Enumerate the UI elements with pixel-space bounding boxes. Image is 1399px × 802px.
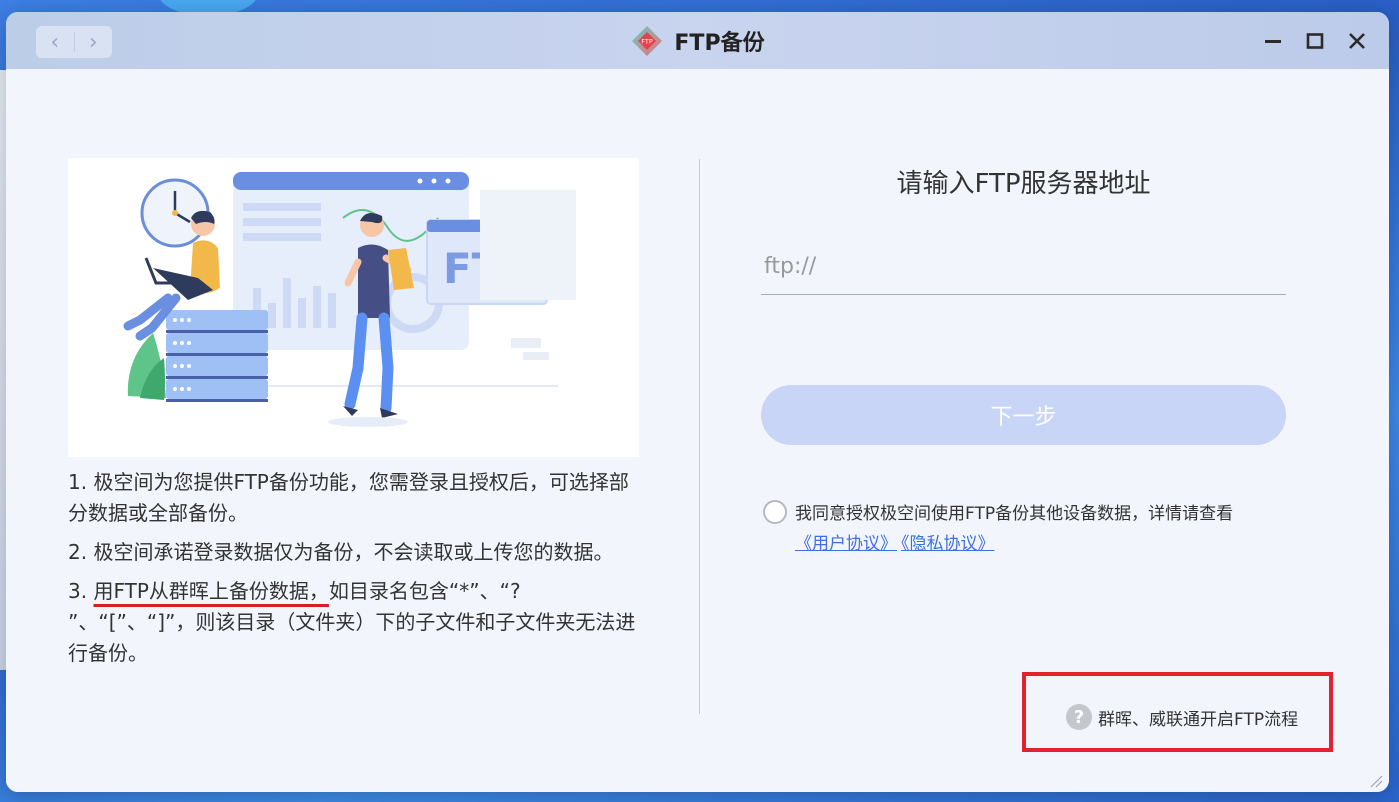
minimize-button[interactable]	[1261, 26, 1285, 56]
description-item-3-highlight: 用FTP从群晖上备份数据，	[93, 579, 329, 603]
description-item-1: 1. 极空间为您提供FTP备份功能，您需登录且授权后，可选择部分数据或全部备份。	[68, 470, 629, 525]
privacy-policy-link[interactable]: 《隐私协议》	[901, 534, 995, 554]
feature-description: 1. 极空间为您提供FTP备份功能，您需登录且授权后，可选择部分数据或全部备份。…	[68, 467, 644, 677]
agreement-text-block: 我同意授权极空间使用FTP备份其他设备数据，详情请查看 《用户协议》 《隐私协议》	[795, 499, 1295, 559]
ftp-app-logo-icon: FTP	[632, 25, 663, 56]
question-icon: ?	[1066, 704, 1092, 730]
ftp-backup-window: ‹ › FTP FTP备份 1. 极空间为您提供FTP备份功能，您需登录且授权后…	[6, 12, 1389, 792]
help-link-label: 群晖、威联通开启FTP流程	[1098, 709, 1299, 730]
ftp-backup-illustration: FTP	[123, 172, 576, 427]
title-area: FTP FTP备份	[6, 12, 1389, 69]
description-item-2: 2. 极空间承诺登录数据仅为备份，不会读取或上传您的数据。	[68, 540, 614, 564]
maximize-icon	[1306, 33, 1324, 49]
ftp-illustration: FTP	[68, 158, 639, 457]
help-link[interactable]: ? 群晖、威联通开启FTP流程	[1066, 703, 1298, 731]
description-item-3: 3. 用FTP从群晖上备份数据，如目录名包含“*”、“? ”、“[”、“]”，则…	[68, 576, 644, 669]
window-title: FTP备份	[674, 30, 765, 56]
next-step-button[interactable]: 下一步	[761, 385, 1286, 445]
ftp-address-input[interactable]	[761, 239, 1286, 295]
vertical-divider	[699, 159, 700, 714]
close-icon	[1349, 33, 1365, 49]
agreement-text: 我同意授权极空间使用FTP备份其他设备数据，详情请查看	[795, 504, 1234, 524]
agree-radio[interactable]	[763, 500, 787, 524]
resize-grip-icon[interactable]	[1367, 772, 1383, 788]
form-title: 请输入FTP服务器地址	[896, 169, 1151, 199]
user-agreement-link[interactable]: 《用户协议》	[795, 534, 897, 554]
title-bar: ‹ › FTP FTP备份	[6, 12, 1389, 69]
logo-text: FTP	[642, 37, 654, 45]
main-content: FTP	[6, 69, 1389, 792]
close-button[interactable]	[1345, 26, 1369, 56]
agreement-links: 《用户协议》 《隐私协议》	[795, 529, 1295, 559]
maximize-button[interactable]	[1303, 26, 1327, 56]
minimize-icon	[1265, 40, 1281, 43]
description-item-3-prefix: 3.	[68, 579, 94, 603]
window-controls	[1261, 26, 1369, 56]
